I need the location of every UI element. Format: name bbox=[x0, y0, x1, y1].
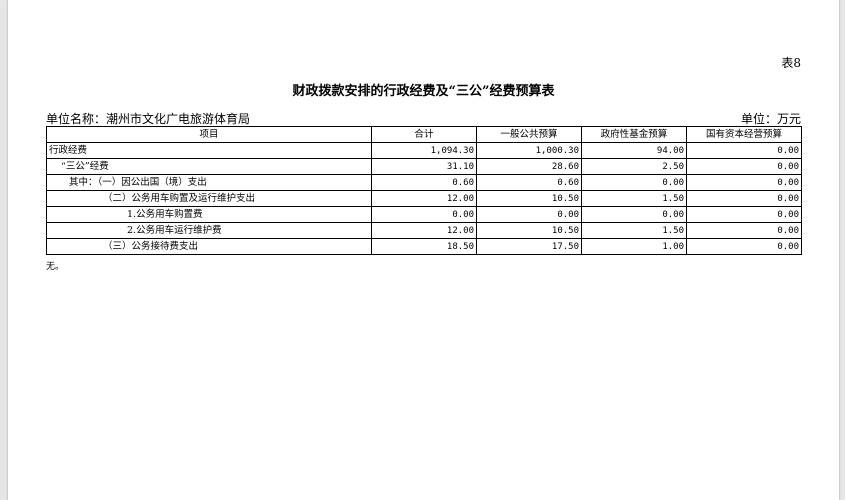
cell-total: 12.00 bbox=[371, 222, 477, 239]
budget-table: 项目 合计 一般公共预算 政府性基金预算 国有资本经营预算 行政经费 1,094… bbox=[46, 126, 802, 255]
table-row: （三）公务接待费支出 18.50 17.50 1.00 0.00 bbox=[46, 238, 802, 255]
cell-capital: 0.00 bbox=[686, 174, 802, 191]
cell-fund: 1.00 bbox=[581, 238, 687, 255]
cell-general: 10.50 bbox=[476, 222, 582, 239]
header-item: 项目 bbox=[46, 126, 372, 143]
cell-capital: 0.00 bbox=[686, 238, 802, 255]
cell-fund: 1.50 bbox=[581, 222, 687, 239]
cell-total: 0.60 bbox=[371, 174, 477, 191]
cell-general: 0.60 bbox=[476, 174, 582, 191]
cell-general: 1,000.30 bbox=[476, 142, 582, 159]
unit-currency: 单位：万元 bbox=[740, 112, 801, 126]
cell-general: 0.00 bbox=[476, 206, 582, 223]
row-label: （三）公务接待费支出 bbox=[46, 238, 372, 255]
table-row: 1.公务用车购置费 0.00 0.00 0.00 0.00 bbox=[46, 206, 802, 223]
cell-fund: 0.00 bbox=[581, 174, 687, 191]
cell-fund: 1.50 bbox=[581, 190, 687, 207]
cell-capital: 0.00 bbox=[686, 222, 802, 239]
cell-fund: 2.50 bbox=[581, 158, 687, 175]
row-label: “三公”经费 bbox=[46, 158, 372, 175]
cell-total: 1,094.30 bbox=[371, 142, 477, 159]
cell-total: 12.00 bbox=[371, 190, 477, 207]
table-number: 表8 bbox=[781, 56, 801, 70]
header-general-budget: 一般公共预算 bbox=[476, 126, 582, 143]
document-title: 财政拨款安排的行政经费及“三公”经费预算表 bbox=[292, 84, 555, 99]
table-header-row: 项目 合计 一般公共预算 政府性基金预算 国有资本经营预算 bbox=[46, 126, 802, 143]
document-page: 表8 财政拨款安排的行政经费及“三公”经费预算表 单位名称：潮州市文化广电旅游体… bbox=[8, 0, 839, 500]
table-row: 其中：（一）因公出国（境）支出 0.60 0.60 0.00 0.00 bbox=[46, 174, 802, 191]
cell-capital: 0.00 bbox=[686, 142, 802, 159]
row-label: 其中：（一）因公出国（境）支出 bbox=[46, 174, 372, 191]
cell-general: 17.50 bbox=[476, 238, 582, 255]
table-row: 行政经费 1,094.30 1,000.30 94.00 0.00 bbox=[46, 142, 802, 159]
row-label: 1.公务用车购置费 bbox=[46, 206, 372, 223]
table-row: （二）公务用车购置及运行维护支出 12.00 10.50 1.50 0.00 bbox=[46, 190, 802, 207]
header-total: 合计 bbox=[371, 126, 477, 143]
table-row: 2.公务用车运行维护费 12.00 10.50 1.50 0.00 bbox=[46, 222, 802, 239]
cell-general: 28.60 bbox=[476, 158, 582, 175]
row-label: 行政经费 bbox=[46, 142, 372, 159]
row-label: 2.公务用车运行维护费 bbox=[46, 222, 372, 239]
row-label: （二）公务用车购置及运行维护支出 bbox=[46, 190, 372, 207]
unit-name: 单位名称：潮州市文化广电旅游体育局 bbox=[46, 112, 251, 126]
cell-fund: 94.00 bbox=[581, 142, 687, 159]
cell-total: 18.50 bbox=[371, 238, 477, 255]
cell-general: 10.50 bbox=[476, 190, 582, 207]
cell-total: 0.00 bbox=[371, 206, 477, 223]
cell-capital: 0.00 bbox=[686, 206, 802, 223]
cell-capital: 0.00 bbox=[686, 190, 802, 207]
table-row: “三公”经费 31.10 28.60 2.50 0.00 bbox=[46, 158, 802, 175]
table-note: 无。 bbox=[46, 262, 65, 272]
header-capital-budget: 国有资本经营预算 bbox=[686, 126, 802, 143]
header-fund-budget: 政府性基金预算 bbox=[581, 126, 687, 143]
cell-total: 31.10 bbox=[371, 158, 477, 175]
cell-fund: 0.00 bbox=[581, 206, 687, 223]
cell-capital: 0.00 bbox=[686, 158, 802, 175]
